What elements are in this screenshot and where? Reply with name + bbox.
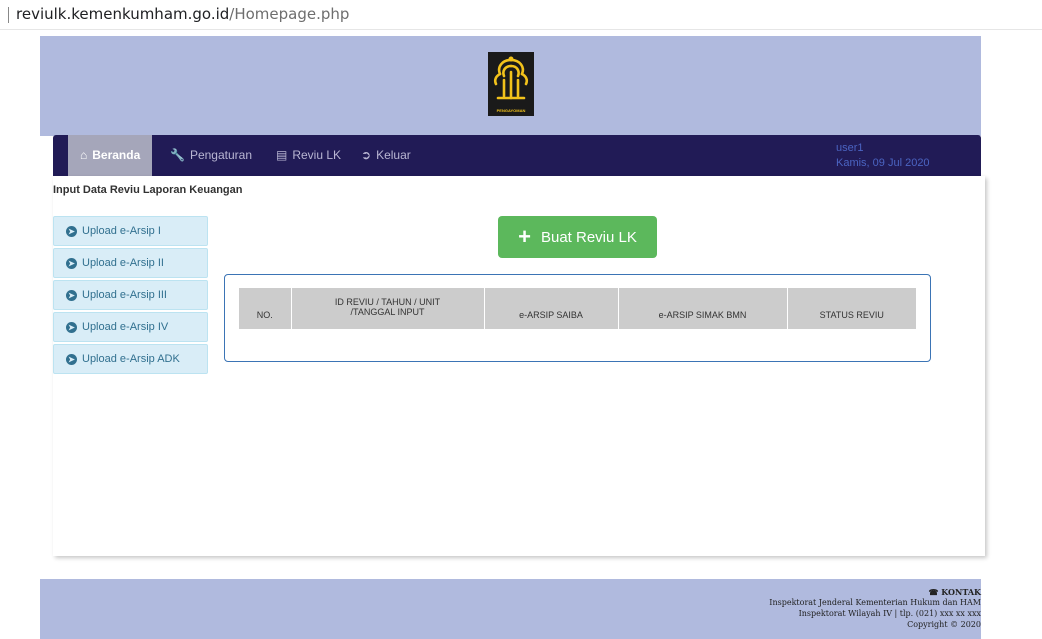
nav-keluar-label: Keluar [376, 148, 411, 162]
browser-address-bar[interactable]: reviulk.kemenkumham.go.id/Homepage.php [0, 0, 1042, 30]
col-id-reviu-line2: /TANGGAL INPUT [350, 307, 425, 317]
site-footer: ☎ KONTAK Inspektorat Jenderal Kementeria… [40, 579, 981, 639]
nav-beranda-label: Beranda [92, 148, 141, 162]
nav-reviu-lk-label: Reviu LK [292, 148, 342, 162]
logo-caption: PENGAYOMAN [496, 108, 526, 113]
upload-e-arsip-4-button[interactable]: ➤ Upload e-Arsip IV [53, 312, 208, 342]
arrow-circle-right-icon: ➤ [66, 225, 77, 237]
col-e-arsip-saiba: e-ARSIP SAIBA [484, 288, 619, 329]
nav-beranda[interactable]: ⌂ Beranda [68, 135, 153, 176]
col-no: NO. [239, 288, 292, 329]
col-id-reviu: ID REVIU / TAHUN / UNIT /TANGGAL INPUT [291, 288, 485, 329]
arrow-circle-right-icon: ➤ [66, 289, 77, 301]
upload-e-arsip-3-button[interactable]: ➤ Upload e-Arsip III [53, 280, 208, 310]
wrench-icon: 🔧 [170, 148, 185, 162]
upload-e-arsip-adk-button[interactable]: ➤ Upload e-Arsip ADK [53, 344, 208, 374]
pengayoman-logo: PENGAYOMAN [488, 52, 534, 116]
kontak-label: KONTAK [941, 587, 981, 597]
kontak-heading: ☎ KONTAK [929, 587, 981, 597]
col-id-reviu-line1: ID REVIU / TAHUN / UNIT [334, 297, 441, 307]
plus-icon: + [518, 224, 531, 249]
url-host: reviulk.kemenkumham.go.id [16, 5, 230, 23]
col-status-reviu: STATUS REVIU [787, 288, 916, 329]
footer-line-1: Inspektorat Jenderal Kementerian Hukum d… [769, 598, 981, 607]
user-info: user1 Kamis, 09 Jul 2020 [836, 141, 930, 171]
arrow-circle-right-icon: ➤ [66, 321, 77, 333]
site-header: PENGAYOMAN [40, 36, 981, 136]
arrow-circle-right-icon: ➤ [66, 353, 77, 365]
list-icon: ▤ [276, 148, 288, 162]
upload-label: Upload e-Arsip I [82, 225, 161, 237]
table-header-row: NO. ID REVIU / TAHUN / UNIT /TANGGAL INP… [239, 288, 916, 329]
page-title: Input Data Reviu Laporan Keuangan [53, 184, 243, 196]
upload-e-arsip-1-button[interactable]: ➤ Upload e-Arsip I [53, 216, 208, 246]
reviu-table-panel: NO. ID REVIU / TAHUN / UNIT /TANGGAL INP… [224, 274, 931, 362]
footer-line-2: Inspektorat Wilayah IV | tlp. (021) xxx … [798, 609, 981, 618]
pengayoman-emblem-icon [493, 56, 529, 100]
current-date: Kamis, 09 Jul 2020 [836, 157, 930, 169]
buat-reviu-lk-label: Buat Reviu LK [540, 228, 637, 246]
text-caret [8, 7, 9, 23]
nav-keluar[interactable]: ➲ Keluar [361, 135, 411, 176]
upload-label: Upload e-Arsip III [82, 289, 167, 301]
buat-reviu-lk-button[interactable]: + Buat Reviu LK [498, 216, 657, 258]
url-text[interactable]: reviulk.kemenkumham.go.id/Homepage.php [16, 5, 349, 23]
home-icon: ⌂ [80, 148, 88, 162]
logout-icon: ➲ [361, 148, 372, 162]
reviu-table: NO. ID REVIU / TAHUN / UNIT /TANGGAL INP… [239, 288, 916, 329]
arrow-circle-right-icon: ➤ [66, 257, 77, 269]
phone-icon: ☎ [928, 587, 939, 597]
nav-reviu-lk[interactable]: ▤ Reviu LK [276, 135, 341, 176]
upload-label: Upload e-Arsip ADK [82, 353, 180, 365]
main-navbar: ⌂ Beranda 🔧 Pengaturan ▤ Reviu LK ➲ Kelu… [53, 135, 981, 176]
url-path: /Homepage.php [229, 5, 350, 23]
upload-label: Upload e-Arsip II [82, 257, 164, 269]
upload-e-arsip-2-button[interactable]: ➤ Upload e-Arsip II [53, 248, 208, 278]
col-e-arsip-simak-bmn: e-ARSIP SIMAK BMN [618, 288, 788, 329]
nav-pengaturan-label: Pengaturan [189, 148, 253, 162]
username: user1 [836, 142, 864, 154]
upload-label: Upload e-Arsip IV [82, 321, 169, 333]
footer-copyright: Copyright © 2020 [907, 620, 981, 629]
nav-pengaturan[interactable]: 🔧 Pengaturan [170, 135, 252, 176]
main-content: Input Data Reviu Laporan Keuangan ➤ Uplo… [53, 176, 985, 556]
